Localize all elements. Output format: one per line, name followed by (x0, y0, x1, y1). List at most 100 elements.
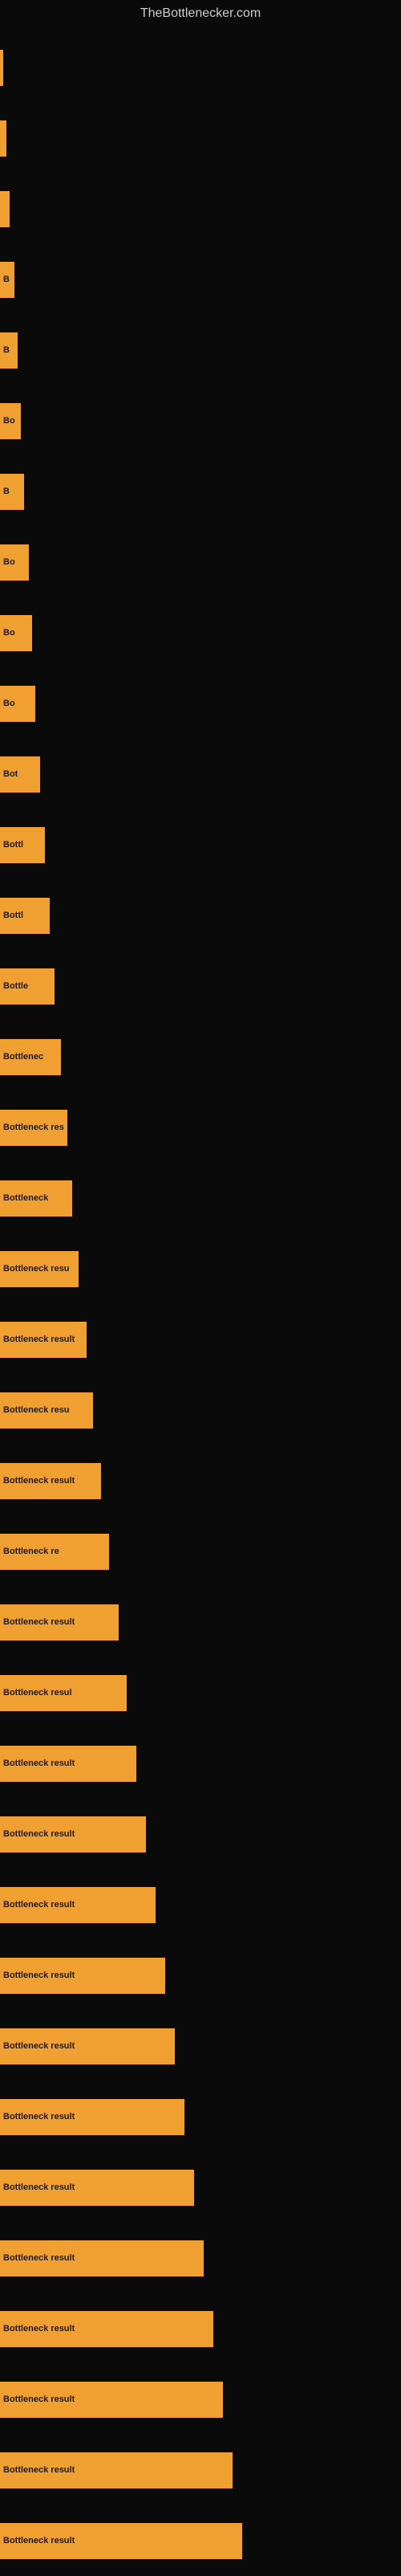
bar: B (0, 332, 18, 369)
bar-text: Bottleneck result (3, 1759, 75, 1768)
bar-text: Bottleneck resu (3, 1264, 70, 1274)
bar: Bottleneck result (0, 2382, 223, 2418)
bar: Bottleneck result (0, 1958, 165, 1994)
bar: Bottleneck result (0, 2099, 184, 2135)
bar-row: Bottl (0, 880, 401, 951)
bar-text: Bottl (3, 840, 23, 850)
bar-row: Bottleneck result (0, 2293, 401, 2364)
bar: Bottleneck result (0, 2311, 213, 2347)
bar (0, 120, 6, 157)
bar-text: Bottlenec (3, 1052, 43, 1062)
bar: Bottleneck (0, 1180, 72, 1217)
bar-text: Bottleneck result (3, 1971, 75, 1980)
bar-row: Bottleneck result (0, 1869, 401, 1940)
bar-text: B (3, 487, 10, 496)
bar: Bottlenec (0, 1039, 61, 1075)
bar-row: Bottleneck (0, 1163, 401, 1233)
bar: Bo (0, 403, 21, 439)
bar: Bottleneck result (0, 1816, 146, 1853)
bar-text: Bottleneck result (3, 1335, 75, 1344)
bar-row (0, 103, 401, 173)
bar: B (0, 474, 24, 510)
bar-row: Bottleneck result (0, 1587, 401, 1657)
bar-row: Bo (0, 597, 401, 668)
bar: Bottleneck result (0, 1887, 156, 1923)
bar-row (0, 32, 401, 103)
bar: Bottleneck result (0, 1322, 87, 1358)
bar-text: Bottl (3, 911, 23, 920)
bar-row: B (0, 456, 401, 527)
bar-text: Bo (3, 557, 15, 567)
bar-text: Bottleneck result (3, 2324, 75, 2333)
bar-row: Bottleneck resu (0, 1233, 401, 1304)
bar: Bottleneck result (0, 1746, 136, 1782)
bar-row: Bottleneck result (0, 2505, 401, 2576)
bar: Bottleneck result (0, 2523, 242, 2559)
bar: Bottl (0, 898, 50, 934)
bar-row: Bottleneck result (0, 1799, 401, 1869)
bar-text: B (3, 275, 10, 284)
bar-row: Bo (0, 527, 401, 597)
bar: Bottl (0, 827, 45, 863)
bar-text: Bottleneck result (3, 2112, 75, 2122)
bar-row: Bottleneck resul (0, 1657, 401, 1728)
bar-row: B (0, 244, 401, 315)
bar-text: Bottleneck result (3, 2395, 75, 2404)
bar-row: Bot (0, 739, 401, 809)
bar: Bottleneck result (0, 1604, 119, 1641)
bar-text: Bo (3, 628, 15, 638)
bar: Bottleneck resul (0, 1675, 127, 1711)
bar-text: Bottleneck result (3, 2536, 75, 2545)
bar (0, 191, 10, 227)
bar: Bo (0, 615, 32, 651)
bar-text: Bottleneck re (3, 1547, 59, 1556)
bar-row: Bottleneck result (0, 2152, 401, 2223)
bar-row: Bottleneck resu (0, 1375, 401, 1445)
bar: Bo (0, 544, 29, 581)
bar: Bottleneck re (0, 1534, 109, 1570)
bar: Bottleneck res (0, 1110, 67, 1146)
bar-row: Bottleneck result (0, 1304, 401, 1375)
bar-text: Bottleneck resul (3, 1688, 72, 1698)
bar-text: Bottleneck result (3, 1476, 75, 1486)
bar: Bottleneck resu (0, 1251, 79, 1287)
bar-text: Bo (3, 416, 15, 426)
bar-text: Bottleneck result (3, 1829, 75, 1839)
bar: Bottleneck result (0, 2240, 204, 2276)
bar-row: Bottleneck result (0, 1940, 401, 2011)
bar-text: Bottleneck result (3, 2465, 75, 2475)
bar-text: Bottleneck result (3, 2183, 75, 2192)
bar: Bottleneck result (0, 2170, 194, 2206)
bar-text: Bottleneck (3, 1193, 48, 1203)
bar-text: Bottle (3, 981, 28, 991)
bar-text: Bottleneck result (3, 2041, 75, 2051)
bar-row: Bottleneck result (0, 2011, 401, 2081)
bar-row: Bo (0, 668, 401, 739)
bar-row: Bottl (0, 809, 401, 880)
bar: B (0, 262, 14, 298)
bars-container: B B Bo B Bo Bo Bo Bot Bottl Bottl Bottle Bottlenec B… (0, 24, 401, 2576)
bar-text: Bottleneck resu (3, 1405, 70, 1415)
bar: Bo (0, 686, 35, 722)
bar-row: Bottlenec (0, 1021, 401, 1092)
bar: Bottleneck resu (0, 1392, 93, 1429)
bar-row: Bottleneck result (0, 2364, 401, 2435)
bar-row: Bo (0, 385, 401, 456)
bar-text: Bottleneck result (3, 1900, 75, 1910)
bar: Bottleneck result (0, 2028, 175, 2064)
bar: Bottleneck result (0, 2452, 233, 2488)
site-title: TheBottlenecker.com (0, 0, 401, 24)
bar-text: Bottleneck res (3, 1123, 64, 1132)
bar-text: Bot (3, 769, 18, 779)
bar-row: Bottleneck result (0, 1728, 401, 1799)
bar-row: Bottleneck re (0, 1516, 401, 1587)
bar-row: Bottleneck result (0, 1445, 401, 1516)
bar: Bot (0, 756, 40, 793)
bar-row: B (0, 315, 401, 385)
bar-text: Bottleneck result (3, 1617, 75, 1627)
bar-row: Bottleneck result (0, 2081, 401, 2152)
bar-row: Bottleneck result (0, 2223, 401, 2293)
bar-row: Bottleneck result (0, 2435, 401, 2505)
bar: Bottle (0, 968, 55, 1005)
bar-text: B (3, 345, 10, 355)
